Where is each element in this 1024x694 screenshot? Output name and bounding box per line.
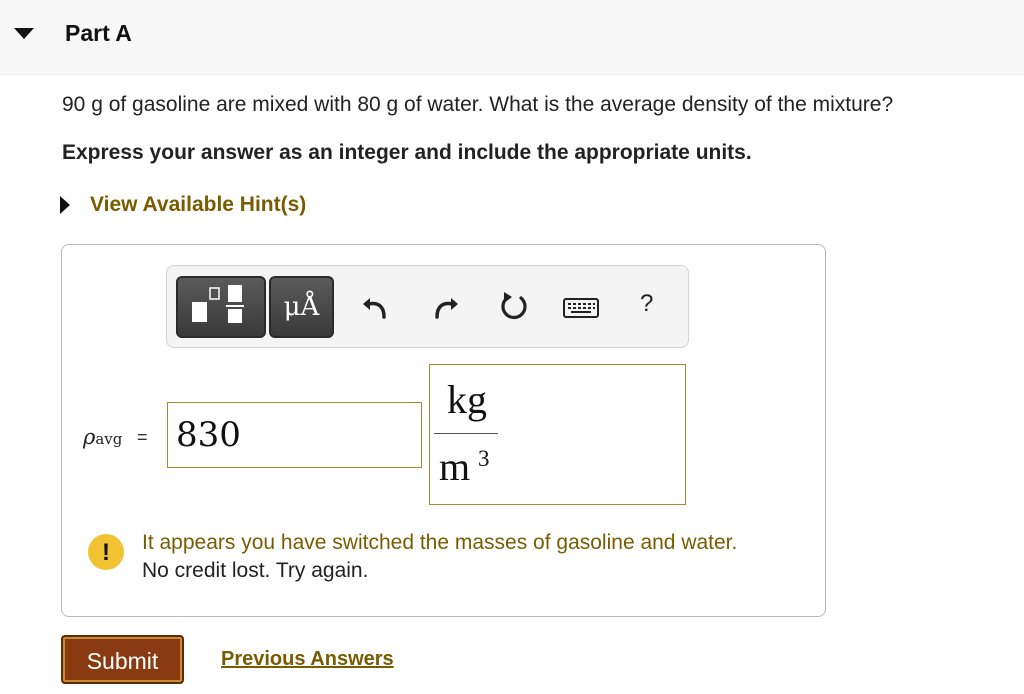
previous-answers-link[interactable]: Previous Answers [221, 648, 394, 671]
keyboard-icon[interactable] [563, 296, 599, 320]
rho-symbol: ρ [83, 425, 96, 449]
exclamation-mark: ! [102, 539, 110, 566]
feedback-note: No credit lost. Try again. [142, 559, 369, 582]
value-input[interactable]: 830 [167, 402, 422, 468]
instruction-text: Express your answer as an integer and in… [62, 141, 752, 164]
templates-icon [192, 285, 244, 323]
warning-icon: ! [88, 534, 124, 570]
feedback-message: It appears you have switched the masses … [142, 531, 738, 554]
rho-subscript: avg [95, 430, 123, 448]
help-icon[interactable]: ? [640, 290, 653, 318]
redo-icon[interactable] [431, 292, 459, 320]
question-text: 90 g of gasoline are mixed with 80 g of … [62, 93, 894, 116]
reset-icon[interactable] [497, 290, 531, 324]
part-title: Part A [65, 20, 132, 46]
equals-sign: = [137, 427, 148, 447]
units-icon: μÅ [283, 292, 320, 322]
collapse-caret-icon[interactable] [14, 28, 34, 39]
math-toolbar: μÅ ? [166, 265, 689, 348]
fraction-bar [434, 433, 498, 434]
units-input[interactable]: kg m 3 [429, 364, 686, 505]
unit-numerator: kg [447, 377, 487, 422]
expand-caret-icon [60, 196, 70, 214]
templates-button[interactable] [176, 276, 266, 338]
units-button[interactable]: μÅ [269, 276, 334, 338]
variable-label: ρavg [83, 425, 122, 449]
part-header[interactable]: Part A [0, 0, 1024, 75]
unit-exponent: 3 [478, 446, 490, 471]
undo-icon[interactable] [362, 292, 390, 320]
answer-panel: μÅ ? ρavg = 830 kg m 3 ! It appears you … [61, 244, 826, 617]
view-hints-link[interactable]: View Available Hint(s) [90, 193, 306, 217]
submit-button[interactable]: Submit [61, 635, 184, 684]
unit-denominator: m [439, 444, 471, 489]
